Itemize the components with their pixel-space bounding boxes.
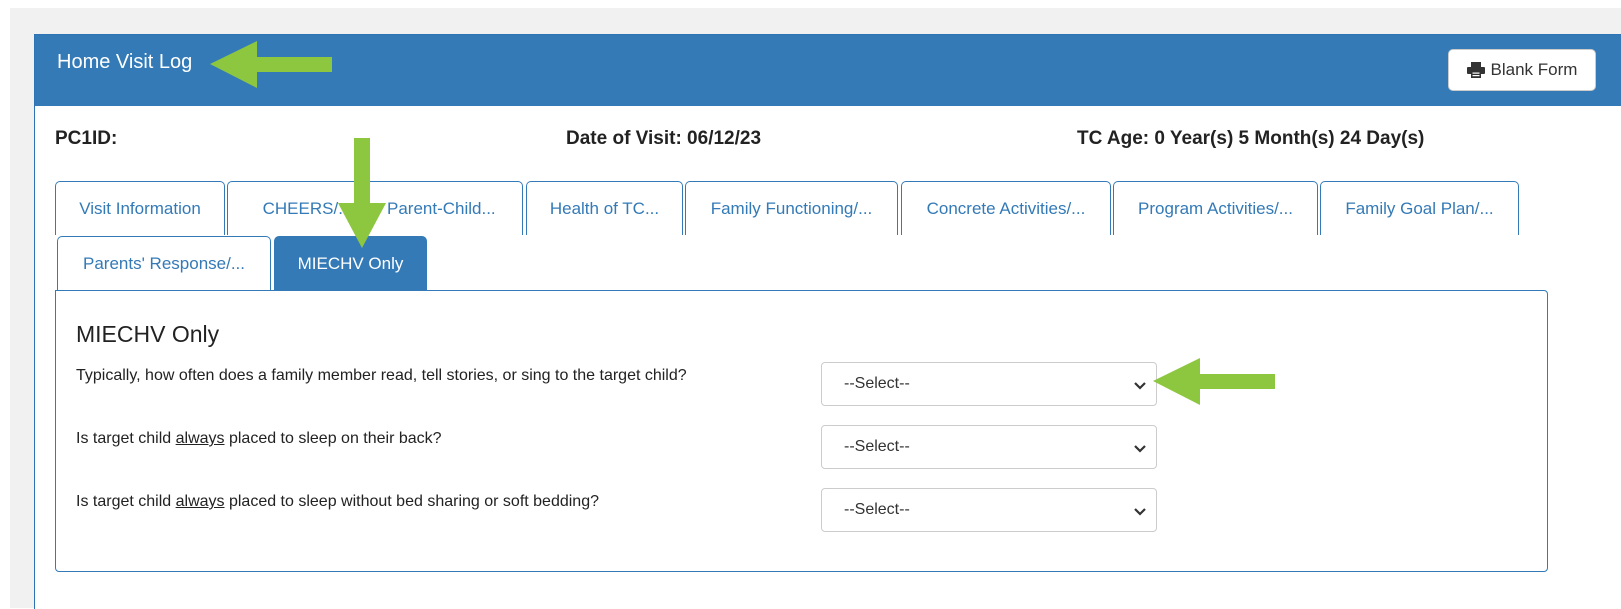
home-visit-log-panel: Home Visit Log Blank Form PC1ID: Date of… <box>34 34 1621 609</box>
tab-label: Family Functioning/... <box>710 198 873 218</box>
tab-label: MIECHV Only <box>297 253 404 273</box>
annotation-arrow-icon <box>210 41 332 88</box>
annotation-arrow-icon <box>1153 358 1275 405</box>
section-title: MIECHV Only <box>76 321 220 347</box>
question-sleep-bedding: Is target child always placed to sleep w… <box>76 493 599 510</box>
sleep-bedding-select[interactable]: --Select-- <box>821 488 1157 532</box>
select-value: --Select-- <box>844 438 910 455</box>
blank-form-label: Blank Form <box>1490 60 1578 79</box>
chevron-down-icon <box>1134 441 1146 459</box>
blank-form-button[interactable]: Blank Form <box>1448 49 1596 91</box>
tab-label: Concrete Activities/... <box>926 198 1086 218</box>
tab-parents-response[interactable]: Parents' Response/... <box>57 236 271 290</box>
sleep-on-back-select[interactable]: --Select-- <box>821 425 1157 469</box>
chevron-down-icon <box>1134 504 1146 522</box>
tab-label: Health of TC... <box>549 198 660 218</box>
tab-family-goal-plan[interactable]: Family Goal Plan/... <box>1320 181 1519 235</box>
tab-parent-child[interactable]: Parent-Child... <box>387 181 523 235</box>
tab-family-functioning[interactable]: Family Functioning/... <box>685 181 898 235</box>
question-sleep-back: Is target child always placed to sleep o… <box>76 430 442 447</box>
tab-label: Family Goal Plan/... <box>1345 198 1494 218</box>
tab-program-activities[interactable]: Program Activities/... <box>1113 181 1318 235</box>
chevron-down-icon <box>1134 378 1146 396</box>
tab-label: Parent-Child... <box>387 198 496 218</box>
panel-title: Home Visit Log <box>57 51 193 73</box>
tab-health-of-tc[interactable]: Health of TC... <box>526 181 683 235</box>
pc1id-label: PC1ID: <box>55 128 118 149</box>
select-value: --Select-- <box>844 501 910 518</box>
tab-visit-information[interactable]: Visit Information <box>55 181 225 235</box>
tab-label: Visit Information <box>79 198 201 218</box>
tab-label: Parents' Response/... <box>83 253 245 273</box>
tc-age: TC Age: 0 Year(s) 5 Month(s) 24 Day(s) <box>1077 128 1425 149</box>
printer-icon <box>1466 62 1485 78</box>
reading-frequency-select[interactable]: --Select-- <box>821 362 1157 406</box>
date-of-visit: Date of Visit: 06/12/23 <box>566 128 762 149</box>
select-value: --Select-- <box>844 375 910 392</box>
tab-label: Program Activities/... <box>1138 198 1293 218</box>
miechv-tab-panel: MIECHV Only Typically, how often does a … <box>55 290 1548 572</box>
annotation-arrow-icon <box>338 138 386 248</box>
tab-concrete-activities[interactable]: Concrete Activities/... <box>901 181 1111 235</box>
question-reading: Typically, how often does a family membe… <box>76 367 687 384</box>
